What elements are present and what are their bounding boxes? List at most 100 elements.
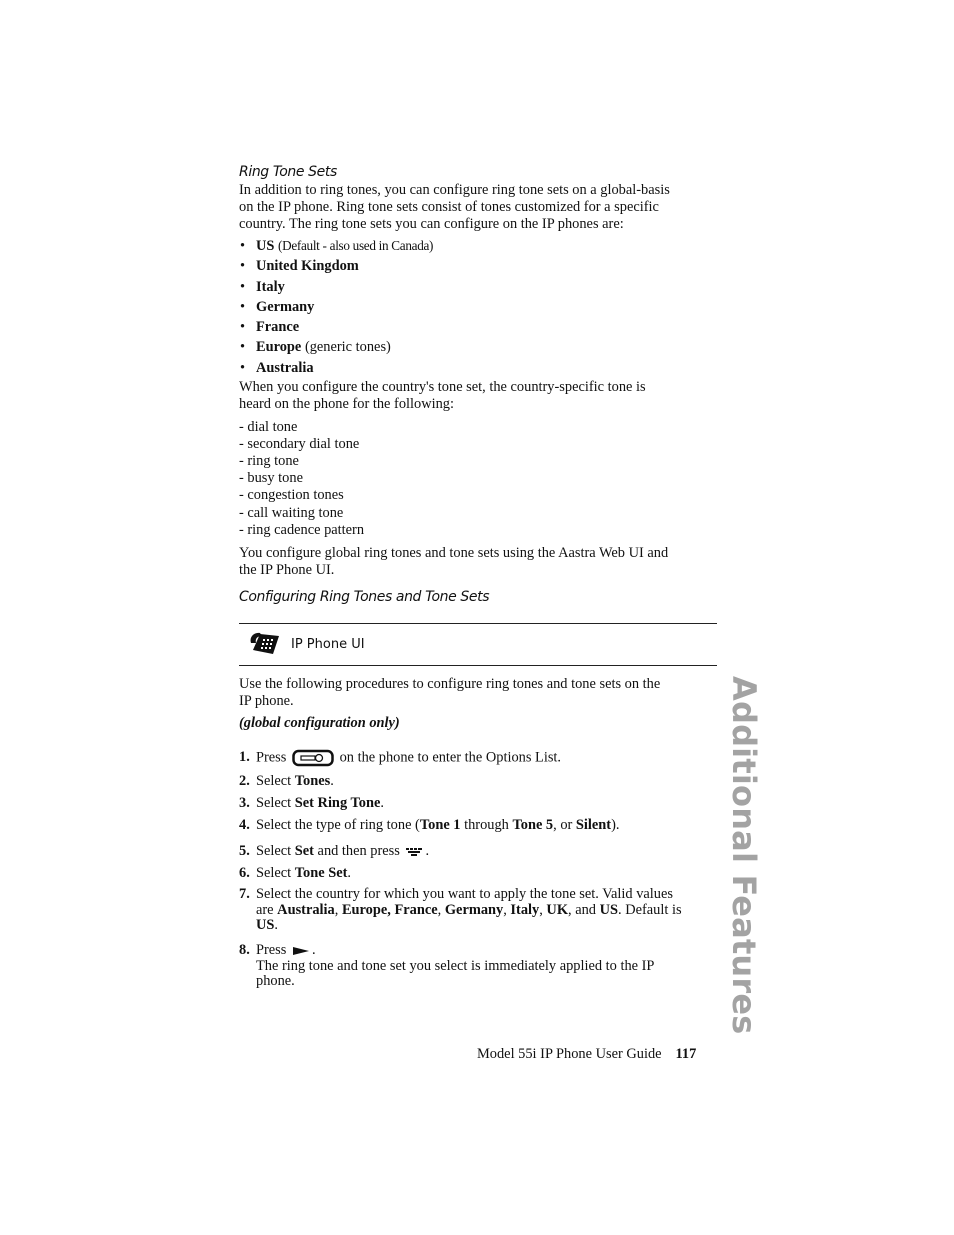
procedure-steps: 1. Press on the phone to enter the Optio… xyxy=(239,749,717,990)
step-text: . xyxy=(425,843,430,859)
desk-phone-icon xyxy=(250,632,279,654)
right-arrow-key-icon xyxy=(292,946,309,955)
step-text: Select the type of ring tone ( xyxy=(256,817,420,833)
step-number: 8. xyxy=(239,942,250,958)
list-item: • United Kingdom xyxy=(240,258,359,275)
step-text: . xyxy=(380,795,384,811)
country-name: US xyxy=(256,238,275,254)
text-line: You configure global ring tones and tone… xyxy=(239,544,669,561)
config-note: You configure global ring tones and tone… xyxy=(239,545,717,579)
text-line: heard on the phone for the following: xyxy=(239,396,455,413)
country-note: (Default - also used in Canada) xyxy=(278,238,434,253)
step-text: through xyxy=(460,817,513,833)
step-6: 6. Select Tone Set. xyxy=(239,865,717,887)
procedure-intro: Use the following procedures to configur… xyxy=(239,676,717,732)
country-name: Australia xyxy=(256,359,314,376)
step-text: . xyxy=(330,773,334,789)
step-text: . xyxy=(274,917,279,933)
set-key-icon xyxy=(406,847,423,856)
step-text: and then press xyxy=(313,843,404,859)
text-line: When you configure the country's tone se… xyxy=(239,379,646,396)
list-item: • Italy xyxy=(240,278,285,295)
option-name: France xyxy=(394,901,438,918)
list-item: - busy tone xyxy=(239,470,303,487)
step-text: . xyxy=(311,942,316,958)
list-item: - call waiting tone xyxy=(239,504,344,521)
country-name: Europe xyxy=(256,339,302,356)
section-heading: Ring Tone Sets xyxy=(239,164,337,180)
step-number: 4. xyxy=(239,817,250,833)
list-item: • Germany xyxy=(240,298,315,315)
tone-intro: When you configure the country's tone se… xyxy=(239,379,717,413)
list-item: • Europe (generic tones) xyxy=(240,339,391,356)
guide-title: Model 55i IP Phone User Guide xyxy=(477,1046,662,1062)
text-line: IP phone. xyxy=(239,693,294,709)
step-text: Select xyxy=(256,795,295,811)
list-item: - congestion tones xyxy=(239,487,344,504)
scope-note: (global configuration only) xyxy=(239,715,400,731)
step-3: 3. Select Set Ring Tone. xyxy=(239,795,717,817)
option-name: Tone 1 xyxy=(419,817,461,833)
option-name: Tones xyxy=(294,773,331,789)
step-2: 2. Select Tones. xyxy=(239,773,717,795)
option-name: Germany xyxy=(444,901,504,918)
intro-line: country. The ring tone sets you can conf… xyxy=(239,216,624,232)
option-name: UK xyxy=(546,901,569,918)
option-name: Tone Set xyxy=(294,865,348,881)
step-number: 5. xyxy=(239,843,250,859)
ip-phone-ui-label: IP Phone UI xyxy=(291,637,365,652)
step-4: 4. Select the type of ring tone (Tone 1 … xyxy=(239,817,717,843)
step-number: 1. xyxy=(239,749,250,765)
chapter-side-tab: Additional Features xyxy=(725,676,767,1035)
option-name: Set xyxy=(294,843,314,859)
step-number: 2. xyxy=(239,773,250,789)
step-number: 3. xyxy=(239,795,250,811)
step-text: . xyxy=(347,865,352,881)
country-name: France xyxy=(256,319,300,336)
page-content: Ring Tone Sets In addition to ring tones… xyxy=(239,164,717,606)
option-name: Set Ring Tone xyxy=(294,795,381,811)
step-1: 1. Press on the phone to enter the Optio… xyxy=(239,749,717,773)
list-item: - secondary dial tone xyxy=(239,436,360,453)
step-text: Select xyxy=(256,843,295,859)
option-name: Silent xyxy=(575,817,612,833)
country-name: United Kingdom xyxy=(256,258,359,275)
step-text: ). xyxy=(611,817,620,833)
step-text: , or xyxy=(553,817,576,833)
default-value: US xyxy=(256,917,275,933)
option-name: Tone 5 xyxy=(512,817,554,833)
option-name: US xyxy=(599,901,619,918)
tone-list: - dial tone - secondary dial tone - ring… xyxy=(239,419,717,539)
step-8: 8. Press . The ring tone and tone set yo… xyxy=(239,942,717,990)
intro-line: In addition to ring tones, you can confi… xyxy=(239,182,670,198)
option-name: Europe xyxy=(341,901,388,918)
step-result: The ring tone and tone set you select is… xyxy=(256,957,655,974)
step-7: 7. Select the country for which you want… xyxy=(239,886,682,933)
option-name: Australia xyxy=(277,901,335,918)
list-item: • France xyxy=(240,319,300,336)
ip-phone-ui-box: IP Phone UI xyxy=(239,623,717,666)
country-note: (generic tones) xyxy=(304,339,391,356)
country-list: • US (Default - also used in Canada) • Uni… xyxy=(239,236,717,378)
step-text: and xyxy=(575,901,596,918)
step-text: Select xyxy=(256,865,295,881)
step-number: 6. xyxy=(239,865,250,881)
step-text: Press xyxy=(256,942,290,958)
subsection-heading: Configuring Ring Tones and Tone Sets xyxy=(239,588,490,605)
text-line: the IP Phone UI. xyxy=(239,561,335,578)
step-number: 7. xyxy=(239,886,250,902)
step-5: 5. Select Set and then press . xyxy=(239,843,717,865)
list-item: - ring cadence pattern xyxy=(239,521,365,538)
list-item: - dial tone xyxy=(239,419,298,436)
step-text: Select xyxy=(256,773,295,789)
step-text: Press xyxy=(256,749,290,766)
step-text: Select the country for which you want to… xyxy=(256,886,673,902)
option-name: Italy xyxy=(510,901,540,918)
chapter-title: Additional Features xyxy=(725,676,763,1035)
list-item: • US (Default - also used in Canada) xyxy=(240,238,434,254)
country-name: Germany xyxy=(256,298,315,315)
step-text: are xyxy=(256,901,278,918)
step-text: . Default is xyxy=(618,901,682,918)
text-line: Use the following procedures to configur… xyxy=(239,676,661,692)
country-name: Italy xyxy=(256,278,285,295)
